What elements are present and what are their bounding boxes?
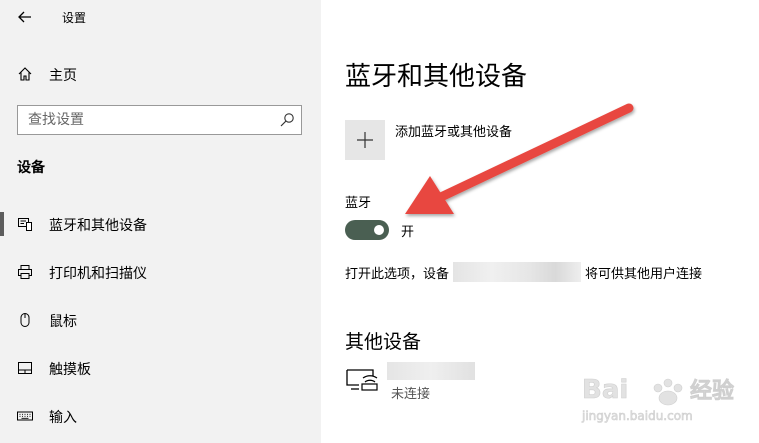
add-icon-box (345, 120, 385, 160)
sidebar-item-label: 打印机和扫描仪 (49, 266, 147, 282)
back-button[interactable] (14, 6, 36, 28)
device-item[interactable]: 未连接 (345, 362, 545, 402)
plus-icon (357, 132, 373, 148)
nav-home[interactable]: 主页 (0, 58, 321, 90)
svg-text:Bai: Bai (582, 375, 628, 405)
svg-text:jingyan.baidu.com: jingyan.baidu.com (581, 409, 693, 423)
bluetooth-state: 开 (401, 225, 415, 240)
active-indicator (0, 212, 4, 236)
add-device-label: 添加蓝牙或其他设备 (395, 125, 513, 140)
redacted-device-name (387, 362, 475, 380)
nav-home-label: 主页 (49, 68, 77, 84)
keyboard-icon (17, 411, 33, 421)
toggle-knob (374, 225, 384, 235)
redacted-device-name (453, 262, 582, 282)
search-box (17, 105, 302, 135)
search-input[interactable] (18, 106, 278, 134)
description-prefix: 打开此选项，设备 (345, 266, 450, 282)
description-suffix: 将可供其他用户连接 (585, 266, 703, 282)
sidebar-item-touchpad[interactable]: 触摸板 (0, 350, 321, 386)
sidebar: 设置 主页 设备 蓝牙和其他设备 (0, 0, 321, 443)
bluetooth-toggle[interactable] (345, 220, 389, 240)
sidebar-item-label: 蓝牙和其他设备 (49, 218, 147, 234)
sidebar-item-label: 输入 (49, 410, 77, 426)
wireless-display-icon (346, 369, 378, 391)
sidebar-item-label: 触摸板 (49, 362, 91, 378)
other-devices-title: 其他设备 (345, 331, 422, 353)
title-bar: 设置 (0, 0, 321, 34)
app-title: 设置 (62, 11, 87, 25)
add-device-button[interactable]: 添加蓝牙或其他设备 (345, 120, 605, 160)
mouse-icon (20, 313, 30, 327)
printer-icon (18, 265, 32, 279)
baidu-watermark-logo: Bai 经验 jingyan.baidu.com (581, 375, 735, 424)
discoverable-description: 打开此选项，设备 将可供其他用户连接 (345, 262, 702, 282)
sidebar-item-printers[interactable]: 打印机和扫描仪 (0, 254, 321, 290)
sidebar-item-mouse[interactable]: 鼠标 (0, 302, 321, 338)
sidebar-item-bluetooth[interactable]: 蓝牙和其他设备 (0, 206, 321, 242)
touchpad-icon (18, 362, 32, 374)
svg-text:经验: 经验 (690, 378, 734, 404)
section-title: 设备 (17, 160, 45, 176)
page-title: 蓝牙和其他设备 (345, 62, 528, 92)
home-icon (18, 67, 32, 81)
sidebar-item-label: 鼠标 (49, 314, 77, 330)
search-icon[interactable] (279, 112, 295, 128)
bluetooth-label: 蓝牙 (345, 196, 372, 211)
settings-window: 设置 主页 设备 蓝牙和其他设备 (0, 0, 759, 443)
device-status: 未连接 (391, 387, 431, 402)
bluetooth-devices-icon (18, 218, 32, 231)
back-arrow-icon (18, 11, 31, 23)
sidebar-item-typing[interactable]: 输入 (0, 398, 321, 434)
